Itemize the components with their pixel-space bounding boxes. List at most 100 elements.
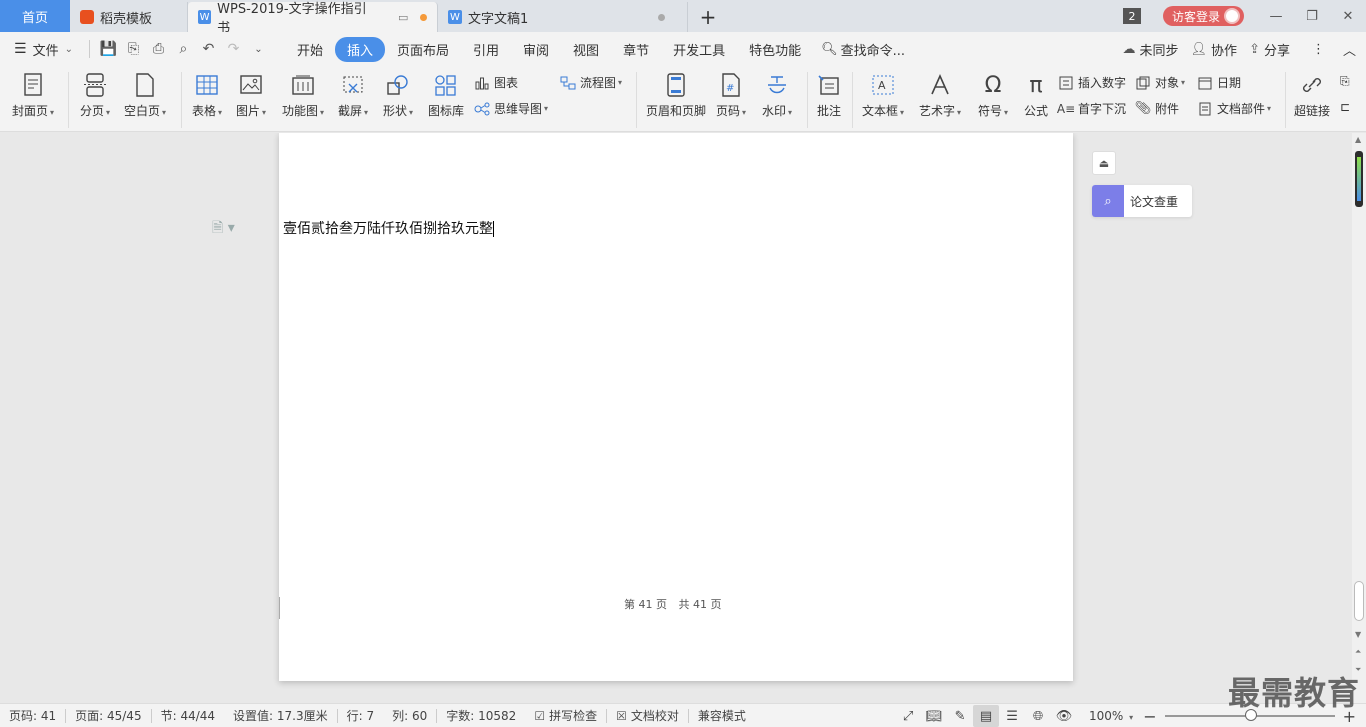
- page-number-icon: #: [718, 72, 744, 98]
- cross-reference-icon[interactable]: ⎘: [1340, 74, 1350, 89]
- drop-cap-button[interactable]: A≡ 首字下沉: [1057, 100, 1126, 117]
- menu-start[interactable]: 开始: [285, 40, 335, 59]
- shape-button[interactable]: 形状 ▾: [383, 72, 413, 119]
- document-area: 🗎︎ ▾ 壹佰贰拾叁万陆仟玖佰捌拾玖元整 第 41 页 共 41 页 ⏏ ⌕ 论…: [0, 133, 1352, 703]
- status-row[interactable]: 行: 7: [338, 707, 384, 724]
- comment-button[interactable]: 批注: [816, 72, 842, 119]
- redo-icon[interactable]: ↷: [221, 41, 246, 57]
- spell-check-button[interactable]: ☑ 拼写检查: [525, 707, 606, 724]
- screenshot-button[interactable]: 截屏 ▾: [338, 72, 368, 119]
- status-setting[interactable]: 设置值: 17.3厘米: [224, 707, 337, 724]
- header-footer-button[interactable]: 页眉和页脚: [646, 72, 706, 119]
- bookmark-icon[interactable]: ⊏: [1340, 100, 1350, 114]
- page-number-button[interactable]: # 页码 ▾: [716, 72, 746, 119]
- undo-icon[interactable]: ↶: [196, 41, 221, 57]
- menu-view[interactable]: 视图: [561, 40, 611, 59]
- menu-insert[interactable]: 插入: [334, 36, 385, 62]
- output-icon[interactable]: ⎘: [121, 41, 146, 57]
- scroll-up-icon[interactable]: ▲: [1355, 135, 1361, 144]
- more-icon[interactable]: ⋮: [1312, 42, 1325, 57]
- menu-chapter[interactable]: 章节: [611, 40, 661, 59]
- zoom-slider[interactable]: [1164, 709, 1335, 721]
- status-column[interactable]: 列: 60: [383, 707, 436, 724]
- tab-home[interactable]: 首页: [0, 0, 70, 32]
- page-view-icon[interactable]: ▤: [973, 705, 1000, 727]
- fullscreen-icon[interactable]: ⤢: [895, 705, 921, 727]
- menu-reference[interactable]: 引用: [461, 40, 511, 59]
- document-text[interactable]: 壹佰贰拾叁万陆仟玖佰捌拾玖元整: [283, 218, 494, 238]
- scroll-thumb[interactable]: [1354, 581, 1364, 621]
- restore-icon[interactable]: ❐: [1294, 0, 1330, 32]
- picture-label: 图片: [236, 104, 261, 118]
- status-word-count[interactable]: 字数: 10582: [437, 707, 525, 724]
- tab-template[interactable]: 稻壳模板: [70, 2, 188, 32]
- menu-special[interactable]: 特色功能: [737, 40, 813, 59]
- reading-view-icon[interactable]: 📖︎: [921, 705, 947, 727]
- collapse-ribbon-icon[interactable]: ︿: [1343, 40, 1356, 59]
- watermark-button[interactable]: 水印 ▾: [762, 72, 792, 119]
- menu-developer[interactable]: 开发工具: [661, 40, 737, 59]
- share-button[interactable]: ⇪ 分享: [1249, 40, 1290, 59]
- svg-text:A: A: [878, 79, 886, 92]
- side-panel-collapse-icon[interactable]: ⏏: [1092, 151, 1116, 175]
- picture-button[interactable]: 图片 ▾: [236, 72, 266, 119]
- cover-page-button[interactable]: 封面页 ▾: [12, 72, 54, 119]
- customize-dropdown-icon[interactable]: ⌄: [246, 44, 271, 55]
- date-button[interactable]: 日期: [1197, 74, 1241, 91]
- symbol-button[interactable]: Ω 符号 ▾: [978, 72, 1008, 119]
- function-chart-button[interactable]: 功能图 ▾: [282, 72, 324, 119]
- paper-check-button[interactable]: ⌕ 论文查重: [1092, 185, 1192, 217]
- close-icon[interactable]: ✕: [1330, 0, 1366, 32]
- attachment-button[interactable]: 📎︎ 附件: [1135, 100, 1179, 117]
- print-preview-icon[interactable]: ⌕: [171, 41, 196, 57]
- menu-page-layout[interactable]: 页面布局: [385, 40, 461, 59]
- status-page[interactable]: 页面: 45/45: [66, 707, 150, 724]
- blank-page-button[interactable]: 空白页 ▾: [124, 72, 166, 119]
- formula-button[interactable]: π 公式: [1023, 72, 1049, 119]
- mindmap-button[interactable]: 思维导图 ▾: [474, 100, 548, 117]
- scroll-down-icon[interactable]: ▼: [1355, 630, 1361, 639]
- proofread-button[interactable]: ☒ 文档校对: [607, 707, 688, 724]
- zoom-level[interactable]: 100% ▾: [1089, 709, 1133, 723]
- status-section[interactable]: 节: 44/44: [152, 707, 224, 724]
- prev-page-icon[interactable]: ⏶: [1355, 647, 1361, 657]
- menu-review[interactable]: 审阅: [511, 40, 561, 59]
- insert-number-button[interactable]: 插入数字: [1058, 74, 1126, 91]
- web-view-icon[interactable]: 🌐︎: [1025, 705, 1051, 727]
- edit-view-icon[interactable]: ✎: [947, 705, 973, 727]
- guest-login-button[interactable]: 访客登录: [1162, 6, 1244, 26]
- monitor-icon[interactable]: ▭: [398, 11, 408, 24]
- outline-view-icon[interactable]: ☰: [999, 705, 1025, 727]
- shape-icon: [385, 72, 411, 98]
- vertical-scrollbar[interactable]: ▲ ▼ ⏶ ⏷: [1352, 133, 1366, 703]
- collab-button[interactable]: 👤︎ 协作: [1191, 40, 1238, 59]
- window-count-badge[interactable]: 2: [1122, 8, 1141, 24]
- search-command[interactable]: 🔍︎ 查找命令...: [821, 40, 905, 59]
- tab-document-guide[interactable]: W WPS-2019-文字操作指引书 ▭: [188, 2, 438, 36]
- chart-button[interactable]: 图表: [474, 74, 518, 91]
- add-tab-button[interactable]: +: [688, 2, 728, 32]
- status-page-code[interactable]: 页码: 41: [0, 707, 65, 724]
- zoom-out-icon[interactable]: −: [1143, 707, 1156, 726]
- save-icon[interactable]: 💾: [96, 41, 121, 57]
- function-chart-label: 功能图: [282, 104, 319, 118]
- hyperlink-button[interactable]: 超链接: [1294, 72, 1330, 119]
- document-page[interactable]: 壹佰贰拾叁万陆仟玖佰捌拾玖元整 第 41 页 共 41 页: [279, 133, 1073, 681]
- icon-library-button[interactable]: 图标库: [428, 72, 464, 119]
- tab-document-1[interactable]: W 文字文稿1: [438, 2, 688, 32]
- wordart-button[interactable]: 艺术字 ▾: [919, 72, 961, 119]
- table-button[interactable]: 表格 ▾: [192, 72, 222, 119]
- comment-label: 批注: [816, 104, 841, 118]
- tab-document-1-label: 文字文稿1: [468, 11, 529, 27]
- flowchart-button[interactable]: 流程图 ▾: [560, 74, 622, 91]
- minimize-icon[interactable]: —: [1258, 0, 1294, 32]
- doc-parts-button[interactable]: 文档部件 ▾: [1197, 100, 1271, 117]
- print-icon[interactable]: ⎙: [146, 41, 171, 57]
- textbox-button[interactable]: A 文本框 ▾: [862, 72, 904, 119]
- eye-protection-icon[interactable]: 👁︎: [1051, 705, 1077, 727]
- page-break-button[interactable]: 分页 ▾: [80, 72, 110, 119]
- file-menu[interactable]: ☰ 文件 ⌄: [0, 40, 83, 59]
- object-button[interactable]: 对象 ▾: [1135, 74, 1185, 91]
- paragraph-layout-icon[interactable]: 🗎︎ ▾: [212, 217, 235, 241]
- sync-button[interactable]: ☁ 未同步: [1123, 40, 1179, 59]
